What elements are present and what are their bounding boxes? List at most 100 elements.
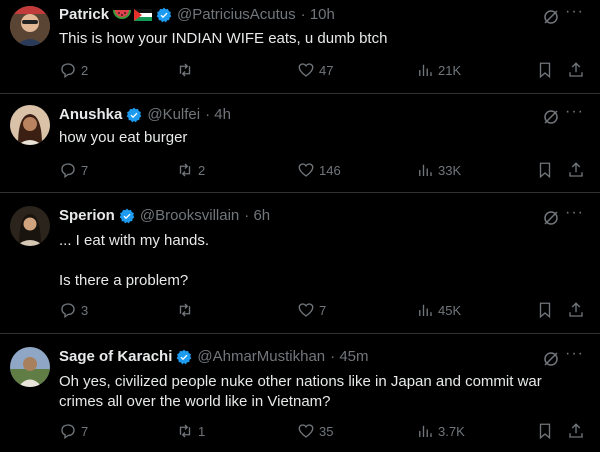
timestamp[interactable]: · 6h (244, 207, 270, 224)
repost-button[interactable]: 1 (176, 422, 205, 440)
action-bar: 3 7 45K (59, 301, 589, 323)
action-bar: 7 2 146 33K (59, 161, 589, 183)
grok-icon[interactable] (542, 108, 560, 126)
avatar[interactable] (10, 6, 50, 46)
more-icon[interactable]: ··· (565, 204, 584, 222)
like-button[interactable]: 7 (297, 301, 326, 319)
views-count: 3.7K (438, 423, 465, 439)
tweet-text: This is how your INDIAN WIFE eats, u dum… (59, 30, 388, 47)
grok-icon[interactable] (542, 350, 560, 368)
tweet-header: Sperion @Brooksvillain · 6h (59, 207, 270, 224)
tweet-text: Oh yes, civilized people nuke other nati… (59, 373, 542, 410)
like-button[interactable]: 47 (297, 61, 333, 79)
reply-button[interactable]: 7 (59, 161, 88, 179)
timestamp[interactable]: · 10h (301, 6, 335, 23)
grok-icon[interactable] (542, 209, 560, 227)
avatar[interactable] (10, 347, 50, 387)
like-button[interactable]: 146 (297, 161, 341, 179)
reply-count: 2 (81, 62, 89, 78)
views-icon (419, 425, 432, 437)
handle[interactable]: @Kulfei (147, 106, 200, 123)
tweet-text: ... I eat with my hands. Is there a prob… (59, 232, 210, 289)
reply-icon (61, 63, 75, 79)
like-icon (298, 424, 314, 438)
views-count: 33K (438, 162, 462, 178)
reply-count: 7 (81, 423, 89, 439)
action-bar: 7 1 35 3.7K (59, 422, 589, 444)
bookmark-icon[interactable] (536, 61, 554, 79)
bookmark-icon[interactable] (536, 301, 554, 319)
timestamp[interactable]: · 4h (205, 106, 231, 123)
name-emojis (113, 8, 153, 22)
tweet-header: Sage of Karachi @AhmarMustikhan · 45m (59, 348, 369, 365)
avatar[interactable] (10, 206, 50, 246)
tweet-header: Anushka @Kulfei · 4h (59, 106, 231, 123)
reply-icon (61, 303, 75, 319)
verified-badge-icon (119, 208, 135, 223)
more-icon[interactable]: ··· (565, 345, 584, 363)
repost-button[interactable] (176, 61, 198, 79)
reply-button[interactable]: 2 (59, 61, 88, 79)
like-icon (298, 163, 314, 177)
repost-icon (179, 303, 191, 317)
like-icon (298, 63, 314, 77)
views-button[interactable]: 21K (416, 61, 461, 79)
verified-badge-icon (156, 7, 172, 22)
action-bar: 2 47 21K (59, 61, 589, 83)
display-name[interactable]: Sperion (59, 207, 115, 224)
palestine-flag-icon (134, 8, 153, 21)
like-icon (298, 303, 314, 317)
views-icon (419, 64, 432, 76)
grok-icon[interactable] (542, 8, 560, 26)
handle[interactable]: @PatriciusAcutus (177, 6, 296, 23)
like-count: 7 (319, 302, 327, 318)
tweet-header: Patrick @PatriciusAcutus · 10h (59, 6, 335, 23)
repost-button[interactable] (176, 301, 198, 319)
views-icon (419, 304, 432, 316)
avatar[interactable] (10, 105, 50, 145)
reply-count: 7 (81, 162, 89, 178)
reply-button[interactable]: 7 (59, 422, 88, 440)
repost-count: 1 (198, 423, 206, 439)
like-count: 146 (319, 162, 341, 178)
views-button[interactable]: 33K (416, 161, 461, 179)
verified-badge-icon (127, 107, 142, 122)
tweet[interactable]: Anushka @Kulfei · 4h ··· how you eat bur… (0, 94, 600, 193)
share-icon[interactable] (567, 301, 585, 319)
display-name[interactable]: Sage of Karachi (59, 348, 172, 365)
reply-icon (61, 424, 75, 440)
share-icon[interactable] (567, 422, 585, 440)
handle[interactable]: @AhmarMustikhan (197, 348, 325, 365)
views-button[interactable]: 3.7K (416, 422, 465, 440)
like-count: 47 (319, 62, 334, 78)
more-icon[interactable]: ··· (565, 103, 584, 121)
timestamp[interactable]: · 45m (330, 348, 368, 365)
handle[interactable]: @Brooksvillain (140, 207, 239, 224)
repost-button[interactable]: 2 (176, 161, 205, 179)
display-name[interactable]: Anushka (59, 106, 122, 123)
verified-badge-icon (177, 349, 192, 364)
views-count: 45K (438, 302, 462, 318)
repost-count: 2 (198, 162, 206, 178)
tweet[interactable]: Patrick @PatriciusAcutus · 10h ··· This … (0, 0, 600, 94)
views-icon (419, 164, 432, 176)
reply-count: 3 (81, 302, 89, 318)
views-button[interactable]: 45K (416, 301, 461, 319)
like-count: 35 (319, 423, 334, 439)
watermelon-icon (113, 9, 132, 19)
tweet-text: how you eat burger (59, 129, 188, 146)
like-button[interactable]: 35 (297, 422, 333, 440)
more-icon[interactable]: ··· (565, 3, 584, 21)
views-count: 21K (438, 62, 462, 78)
tweet[interactable]: Sage of Karachi @AhmarMustikhan · 45m ··… (0, 334, 600, 452)
repost-icon (179, 163, 191, 177)
reply-button[interactable]: 3 (59, 301, 88, 319)
tweet[interactable]: Sperion @Brooksvillain · 6h ··· ... I ea… (0, 193, 600, 334)
repost-icon (179, 424, 191, 438)
share-icon[interactable] (567, 161, 585, 179)
share-icon[interactable] (567, 61, 585, 79)
bookmark-icon[interactable] (536, 422, 554, 440)
repost-icon (179, 63, 191, 77)
display-name[interactable]: Patrick (59, 6, 109, 23)
bookmark-icon[interactable] (536, 161, 554, 179)
